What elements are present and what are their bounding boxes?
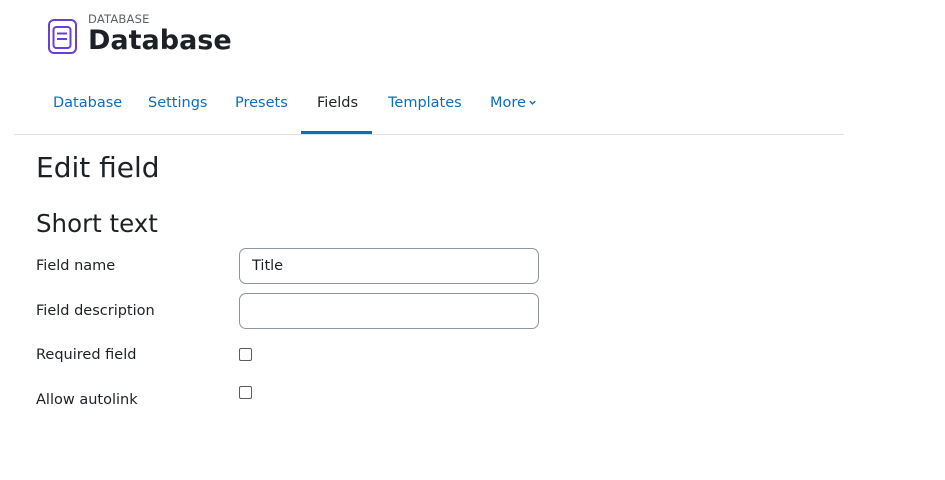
tab-more[interactable]: More [490,84,537,135]
tab-templates[interactable]: Templates [388,84,462,135]
allow-autolink-checkbox[interactable] [239,386,252,399]
header-subtitle: DATABASE [88,12,150,26]
tab-fields[interactable]: Fields [317,84,358,135]
tab-presets[interactable]: Presets [235,84,288,135]
header-title: Database [88,25,232,56]
database-icon [48,19,77,54]
tab-settings[interactable]: Settings [148,84,207,135]
required-field-label: Required field [36,347,137,363]
field-name-input[interactable] [239,248,539,284]
active-tab-indicator [301,131,372,134]
allow-autolink-label: Allow autolink [36,392,138,408]
page-header: DATABASE Database [46,12,232,58]
section-title: Short text [36,209,158,238]
required-field-checkbox[interactable] [239,348,252,361]
field-description-input[interactable] [239,293,539,329]
field-description-label: Field description [36,303,155,319]
chevron-down-icon [529,100,536,105]
tab-more-label: More [490,95,526,111]
field-name-label: Field name [36,258,116,274]
tab-database[interactable]: Database [53,84,122,135]
secondary-navigation: Database Settings Presets Fields Templat… [14,84,844,135]
page-title: Edit field [36,151,160,184]
